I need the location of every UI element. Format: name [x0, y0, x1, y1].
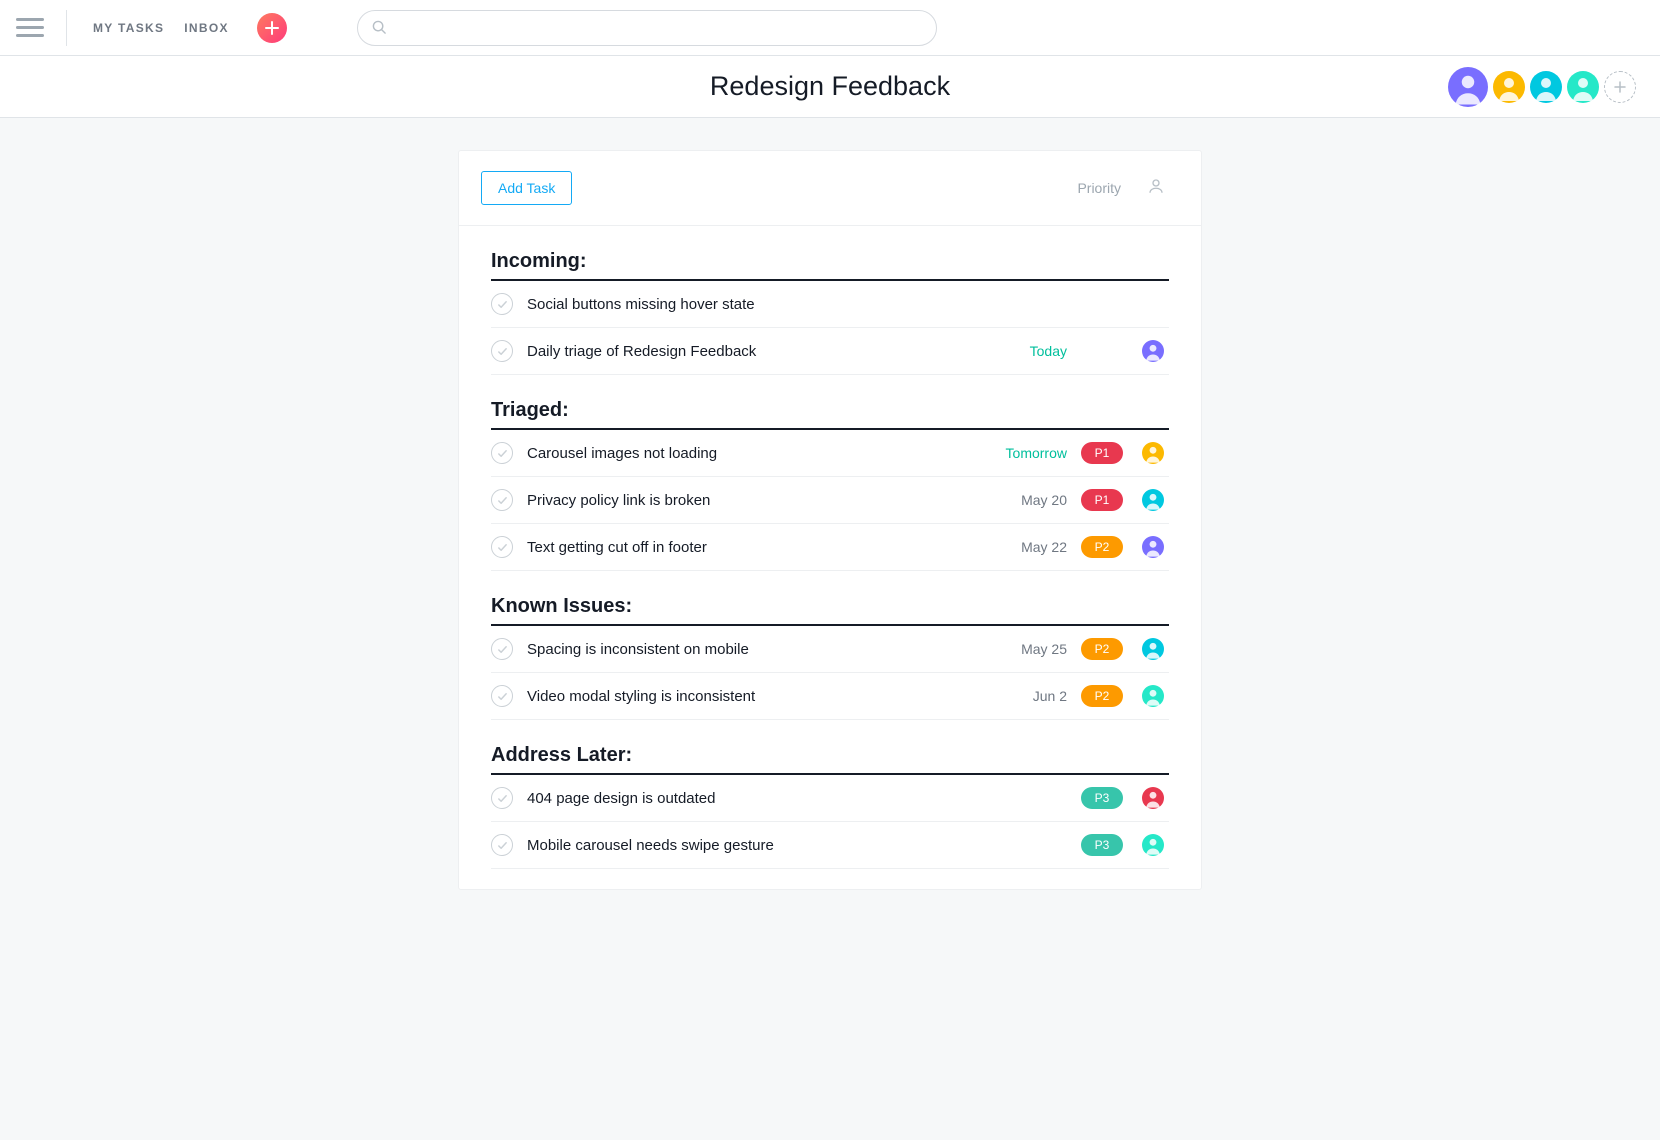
section-title[interactable]: Address Later: — [491, 744, 1169, 775]
nav-my-tasks[interactable]: MY TASKS — [93, 21, 164, 35]
assignee-cell[interactable] — [1137, 685, 1169, 707]
task-row[interactable]: Video modal styling is inconsistent Jun 2… — [491, 673, 1169, 720]
task-due-date[interactable]: May 25 — [995, 641, 1067, 657]
avatar[interactable] — [1142, 638, 1164, 660]
priority-cell[interactable]: P2 — [1081, 638, 1123, 660]
task-section: Address Later:404 page design is outdate… — [459, 744, 1201, 869]
priority-pill[interactable]: P3 — [1081, 787, 1123, 809]
add-button[interactable] — [257, 13, 287, 43]
task-title[interactable]: Daily triage of Redesign Feedback — [527, 343, 981, 360]
priority-pill[interactable]: P1 — [1081, 442, 1123, 464]
assignee-cell[interactable] — [1137, 536, 1169, 558]
task-title[interactable]: Social buttons missing hover state — [527, 296, 981, 313]
complete-checkbox[interactable] — [491, 293, 513, 315]
complete-checkbox[interactable] — [491, 787, 513, 809]
priority-cell[interactable]: P3 — [1081, 834, 1123, 856]
add-member-button[interactable] — [1604, 71, 1636, 103]
avatar[interactable] — [1567, 71, 1599, 103]
assignee-cell[interactable] — [1137, 442, 1169, 464]
assignee-column-icon — [1147, 177, 1165, 200]
complete-checkbox[interactable] — [491, 442, 513, 464]
avatar[interactable] — [1142, 787, 1164, 809]
project-header: Redesign Feedback — [0, 56, 1660, 118]
task-title[interactable]: Privacy policy link is broken — [527, 492, 981, 509]
panel-header: Add Task Priority — [459, 151, 1201, 226]
assignee-cell[interactable] — [1137, 787, 1169, 809]
section-title[interactable]: Known Issues: — [491, 595, 1169, 626]
avatar[interactable] — [1493, 71, 1525, 103]
task-row[interactable]: Social buttons missing hover state — [491, 281, 1169, 328]
task-title[interactable]: Text getting cut off in footer — [527, 539, 981, 556]
task-title[interactable]: Carousel images not loading — [527, 445, 981, 462]
task-section: Known Issues:Spacing is inconsistent on … — [459, 595, 1201, 720]
priority-column-label: Priority — [1077, 180, 1121, 196]
assignee-cell[interactable] — [1137, 340, 1169, 362]
task-title[interactable]: 404 page design is outdated — [527, 790, 981, 807]
priority-pill[interactable]: P3 — [1081, 834, 1123, 856]
priority-cell[interactable]: P3 — [1081, 787, 1123, 809]
task-section: Incoming: Social buttons missing hover st… — [459, 250, 1201, 375]
top-bar: MY TASKS INBOX — [0, 0, 1660, 56]
task-title[interactable]: Video modal styling is inconsistent — [527, 688, 981, 705]
priority-cell[interactable]: P2 — [1081, 536, 1123, 558]
avatar[interactable] — [1142, 834, 1164, 856]
task-due-date[interactable]: Today — [995, 343, 1067, 359]
section-title[interactable]: Incoming: — [491, 250, 1169, 281]
task-row[interactable]: Spacing is inconsistent on mobile May 25 P… — [491, 626, 1169, 673]
task-row[interactable]: Daily triage of Redesign Feedback Today — [491, 328, 1169, 375]
task-title[interactable]: Mobile carousel needs swipe gesture — [527, 837, 981, 854]
avatar[interactable] — [1142, 536, 1164, 558]
avatar[interactable] — [1142, 685, 1164, 707]
avatar[interactable] — [1142, 340, 1164, 362]
priority-pill[interactable]: P2 — [1081, 638, 1123, 660]
add-task-button[interactable]: Add Task — [481, 171, 572, 205]
plus-icon — [265, 21, 279, 35]
task-row[interactable]: Mobile carousel needs swipe gesture P3 — [491, 822, 1169, 869]
complete-checkbox[interactable] — [491, 489, 513, 511]
search-input[interactable] — [395, 20, 922, 36]
menu-icon[interactable] — [16, 14, 44, 42]
project-members — [1448, 67, 1636, 107]
page-title: Redesign Feedback — [710, 71, 950, 102]
task-row[interactable]: 404 page design is outdated P3 — [491, 775, 1169, 822]
task-due-date[interactable]: May 20 — [995, 492, 1067, 508]
divider — [66, 10, 67, 46]
task-row[interactable]: Carousel images not loading Tomorrow P1 — [491, 430, 1169, 477]
assignee-cell[interactable] — [1137, 834, 1169, 856]
task-due-date[interactable]: May 22 — [995, 539, 1067, 555]
avatar[interactable] — [1448, 67, 1488, 107]
task-row[interactable]: Privacy policy link is broken May 20 P1 — [491, 477, 1169, 524]
complete-checkbox[interactable] — [491, 834, 513, 856]
nav-inbox[interactable]: INBOX — [184, 21, 229, 35]
complete-checkbox[interactable] — [491, 685, 513, 707]
priority-cell[interactable]: P1 — [1081, 442, 1123, 464]
task-panel: Add Task Priority Incoming: Social button… — [458, 150, 1202, 890]
task-title[interactable]: Spacing is inconsistent on mobile — [527, 641, 981, 658]
section-title[interactable]: Triaged: — [491, 399, 1169, 430]
avatar[interactable] — [1142, 489, 1164, 511]
assignee-cell[interactable] — [1137, 489, 1169, 511]
avatar[interactable] — [1530, 71, 1562, 103]
task-row[interactable]: Text getting cut off in footer May 22 P2 — [491, 524, 1169, 571]
assignee-cell[interactable] — [1137, 638, 1169, 660]
priority-pill[interactable]: P2 — [1081, 685, 1123, 707]
avatar[interactable] — [1142, 442, 1164, 464]
complete-checkbox[interactable] — [491, 340, 513, 362]
priority-cell[interactable]: P1 — [1081, 489, 1123, 511]
search-box[interactable] — [357, 10, 937, 46]
task-due-date[interactable]: Tomorrow — [995, 445, 1067, 461]
complete-checkbox[interactable] — [491, 536, 513, 558]
priority-pill[interactable]: P2 — [1081, 536, 1123, 558]
complete-checkbox[interactable] — [491, 638, 513, 660]
priority-pill[interactable]: P1 — [1081, 489, 1123, 511]
search-icon — [372, 20, 387, 35]
task-due-date[interactable]: Jun 2 — [995, 688, 1067, 704]
priority-cell[interactable]: P2 — [1081, 685, 1123, 707]
search-container — [357, 10, 937, 46]
task-section: Triaged: Carousel images not loading Tomor… — [459, 399, 1201, 571]
